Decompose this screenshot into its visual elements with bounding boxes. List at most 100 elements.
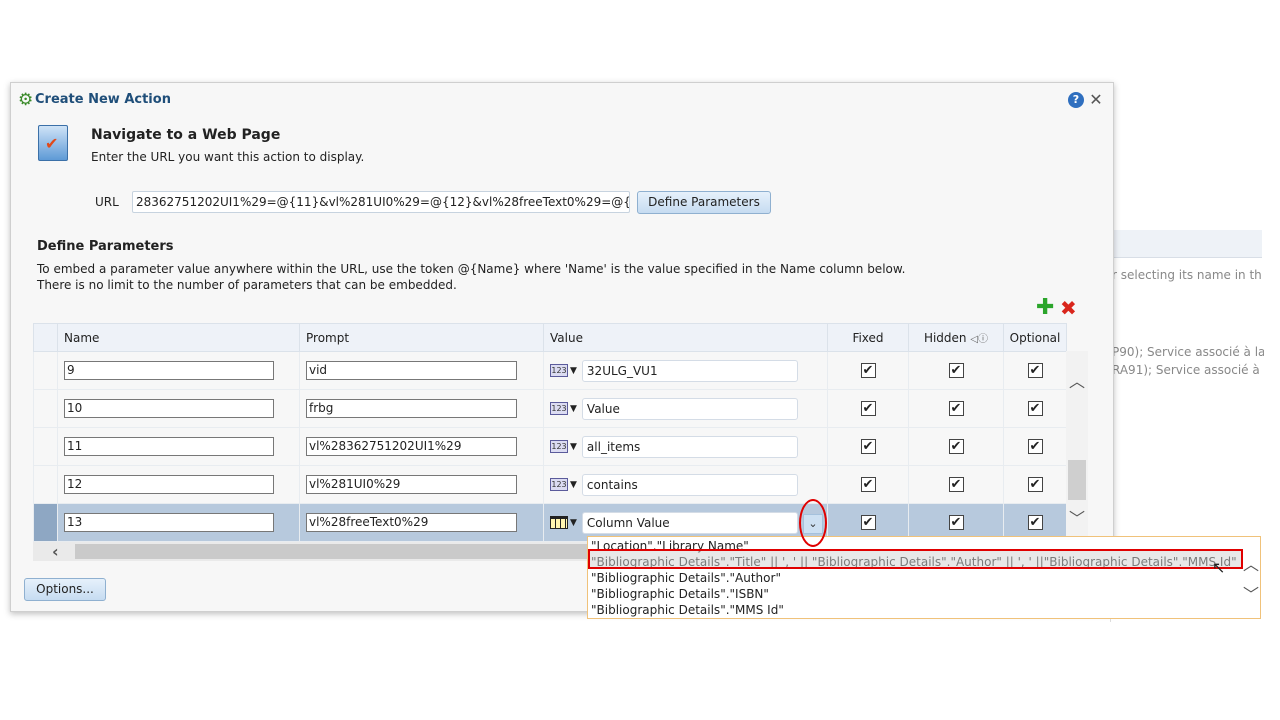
hidden-label: Hidden	[923, 331, 967, 345]
fixed-checkbox[interactable]: ✔	[860, 363, 876, 378]
delete-parameter-icon[interactable]: ✖	[1060, 297, 1077, 319]
prompt-cell: vl%28freeText0%29	[299, 503, 544, 542]
prompt-input[interactable]: vl%281UI0%29	[306, 475, 517, 494]
value-input[interactable]: contains	[581, 473, 798, 496]
prompt-cell: vl%281UI0%29	[299, 465, 544, 504]
description-line: There is no limit to the number of param…	[37, 278, 457, 292]
define-parameters-description: To embed a parameter value anywhere with…	[37, 261, 905, 293]
prompt-input[interactable]: vl%28freeText0%29	[306, 513, 517, 532]
hidden-checkbox[interactable]: ✔	[948, 477, 964, 492]
dropdown-option[interactable]: "Bibliographic Details"."ISBN"	[591, 586, 769, 602]
fixed-checkbox[interactable]: ✔	[860, 401, 876, 416]
optional-checkbox[interactable]: ✔	[1027, 515, 1043, 530]
value-input[interactable]: Column Value	[581, 511, 798, 534]
fixed-cell: ✔	[827, 389, 909, 428]
literal-value-type-icon[interactable]: 123	[550, 402, 568, 415]
vertical-scroll-thumb[interactable]	[1068, 460, 1086, 500]
scroll-left-icon[interactable]: ‹	[52, 542, 59, 561]
row-selector[interactable]	[33, 503, 58, 542]
table-row[interactable]: 11 vl%28362751202UI1%29 123 ▼ all_items ✔ ✔…	[33, 427, 1067, 466]
annotation-circle	[799, 499, 827, 547]
optional-cell: ✔	[1003, 351, 1067, 390]
fixed-checkbox[interactable]: ✔	[860, 515, 876, 530]
column-value-type-icon[interactable]	[550, 516, 568, 529]
action-subheading: Enter the URL you want this action to di…	[91, 150, 365, 164]
prompt-cell: vl%28362751202UI1%29	[299, 427, 544, 466]
value-type-caret-icon[interactable]: ▼	[570, 366, 577, 376]
literal-value-type-icon[interactable]: 123	[550, 364, 568, 377]
add-parameter-icon[interactable]: ✚	[1036, 297, 1054, 319]
optional-checkbox[interactable]: ✔	[1027, 401, 1043, 416]
optional-checkbox[interactable]: ✔	[1027, 477, 1043, 492]
help-icon[interactable]: ?	[1068, 92, 1084, 108]
options-button[interactable]: Options...	[24, 578, 106, 601]
dropdown-option[interactable]: "Bibliographic Details"."MMS Id"	[591, 602, 784, 618]
name-input[interactable]: 13	[64, 513, 274, 532]
name-input[interactable]: 11	[64, 437, 274, 456]
background-text: RA91); Service associé à	[1112, 363, 1260, 377]
fixed-cell: ✔	[827, 427, 909, 466]
hidden-cell: ✔	[908, 351, 1004, 390]
hidden-checkbox[interactable]: ✔	[948, 515, 964, 530]
row-selector[interactable]	[33, 427, 58, 466]
optional-checkbox[interactable]: ✔	[1027, 363, 1043, 378]
value-type-caret-icon[interactable]: ▼	[570, 404, 577, 414]
dropdown-option[interactable]: "Bibliographic Details"."Author"	[591, 570, 781, 586]
hidden-cell: ✔	[908, 427, 1004, 466]
gear-icon: ⚙	[18, 90, 34, 110]
url-input[interactable]: 28362751202UI1%29=@{11}&vl%281UI0%29=@{1…	[132, 191, 630, 213]
row-selector[interactable]	[33, 465, 58, 504]
name-input[interactable]: 9	[64, 361, 274, 380]
scroll-up-icon[interactable]: ︿	[1069, 368, 1085, 392]
define-parameters-button[interactable]: Define Parameters	[637, 191, 771, 214]
row-selector-header	[33, 323, 58, 352]
hidden-checkbox[interactable]: ✔	[948, 439, 964, 454]
info-icon[interactable]: ◁ⓘ	[970, 334, 988, 345]
scroll-down-icon[interactable]: ﹀	[1069, 505, 1085, 529]
prompt-cell: frbg	[299, 389, 544, 428]
table-row[interactable]: 10 frbg 123 ▼ Value ✔ ✔ ✔	[33, 389, 1067, 428]
value-type-caret-icon[interactable]: ▼	[570, 518, 577, 528]
url-label: URL	[95, 195, 119, 209]
row-selector[interactable]	[33, 389, 58, 428]
name-input[interactable]: 12	[64, 475, 274, 494]
value-cell: 123 ▼ all_items	[543, 427, 828, 466]
close-icon[interactable]: ✕	[1088, 92, 1104, 108]
prompt-input[interactable]: vl%28362751202UI1%29	[306, 437, 517, 456]
table-row[interactable]: 9 vid 123 ▼ 32ULG_VU1 ✔ ✔ ✔	[33, 351, 1067, 390]
hidden-cell: ✔	[908, 465, 1004, 504]
value-type-caret-icon[interactable]: ▼	[570, 480, 577, 490]
prompt-input[interactable]: frbg	[306, 399, 517, 418]
web-page-icon	[38, 125, 68, 161]
value-cell: 123 ▼ Value	[543, 389, 828, 428]
value-input[interactable]: 32ULG_VU1	[581, 359, 798, 382]
value-type-caret-icon[interactable]: ▼	[570, 442, 577, 452]
description-line: To embed a parameter value anywhere with…	[37, 262, 906, 276]
table-row[interactable]: 12 vl%281UI0%29 123 ▼ contains ✔ ✔ ✔	[33, 465, 1067, 504]
column-header-fixed: Fixed	[827, 323, 909, 352]
optional-cell: ✔	[1003, 465, 1067, 504]
value-cell: 123 ▼ contains	[543, 465, 828, 504]
hidden-checkbox[interactable]: ✔	[948, 363, 964, 378]
name-cell: 10	[57, 389, 300, 428]
column-header-name: Name	[57, 323, 300, 352]
fixed-checkbox[interactable]: ✔	[860, 439, 876, 454]
dropdown-scroll-down-icon[interactable]: ﹀	[1243, 581, 1259, 605]
optional-cell: ✔	[1003, 389, 1067, 428]
name-input[interactable]: 10	[64, 399, 274, 418]
literal-value-type-icon[interactable]: 123	[550, 478, 568, 491]
column-header-prompt: Prompt	[299, 323, 544, 352]
dropdown-scroll-up-icon[interactable]: ︿	[1243, 551, 1259, 575]
fixed-checkbox[interactable]: ✔	[860, 477, 876, 492]
literal-value-type-icon[interactable]: 123	[550, 440, 568, 453]
hidden-checkbox[interactable]: ✔	[948, 401, 964, 416]
parameters-table: Name Prompt Value Fixed Hidden ◁ⓘ Option…	[33, 323, 1067, 542]
value-input[interactable]: all_items	[581, 435, 798, 458]
row-selector[interactable]	[33, 351, 58, 390]
prompt-input[interactable]: vid	[306, 361, 517, 380]
mouse-cursor-icon: ↖	[1212, 558, 1226, 577]
optional-checkbox[interactable]: ✔	[1027, 439, 1043, 454]
value-input[interactable]: Value	[581, 397, 798, 420]
hidden-cell: ✔	[908, 389, 1004, 428]
fixed-cell: ✔	[827, 465, 909, 504]
